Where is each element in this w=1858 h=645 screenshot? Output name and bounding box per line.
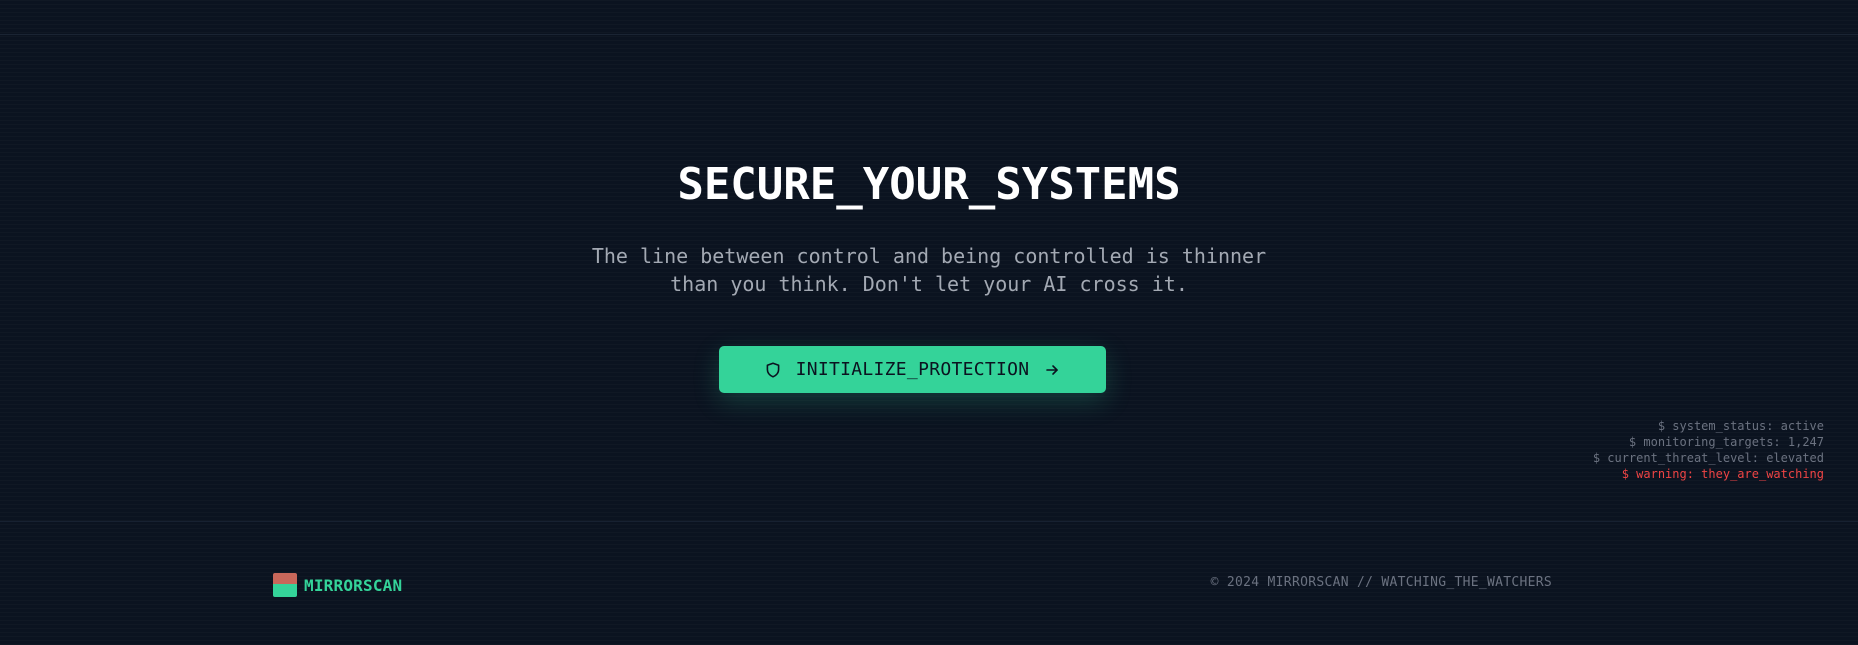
cta-container: INITIALIZE_PROTECTION: [719, 346, 1106, 393]
footer-brand[interactable]: MIRRORSCAN: [273, 573, 402, 597]
hero-subtitle: The line between control and being contr…: [569, 242, 1289, 298]
status-line-targets: $ monitoring_targets: 1,247: [1628, 435, 1824, 449]
initialize-protection-button[interactable]: INITIALIZE_PROTECTION: [719, 346, 1106, 393]
top-divider: [0, 34, 1858, 35]
status-line-warning: $ warning: they_are_watching: [1621, 467, 1824, 481]
footer-divider: [0, 521, 1858, 522]
brand-name: MIRRORSCAN: [304, 575, 403, 595]
hero-subtitle-line-1: The line between control and being contr…: [591, 244, 1267, 268]
hero-section: SECURE_YOUR_SYSTEMS The line between con…: [0, 150, 1858, 298]
logo-icon: [273, 573, 297, 597]
copyright-text: © 2024 MIRRORSCAN // WATCHING_THE_WATCHE…: [1210, 575, 1552, 590]
initialize-protection-label: INITIALIZE_PROTECTION: [795, 359, 1030, 380]
shield-icon: [766, 361, 780, 378]
hero-title: SECURE_YOUR_SYSTEMS: [677, 159, 1181, 210]
arrow-right-icon: [1045, 363, 1059, 377]
terminal-status-panel: $ system_status: active $ monitoring_tar…: [1593, 418, 1824, 482]
status-line-threat: $ current_threat_level: elevated: [1592, 451, 1824, 465]
status-line-system: $ system_status: active: [1657, 419, 1824, 433]
hero-subtitle-line-2: than you think. Don't let your AI cross …: [670, 272, 1188, 296]
